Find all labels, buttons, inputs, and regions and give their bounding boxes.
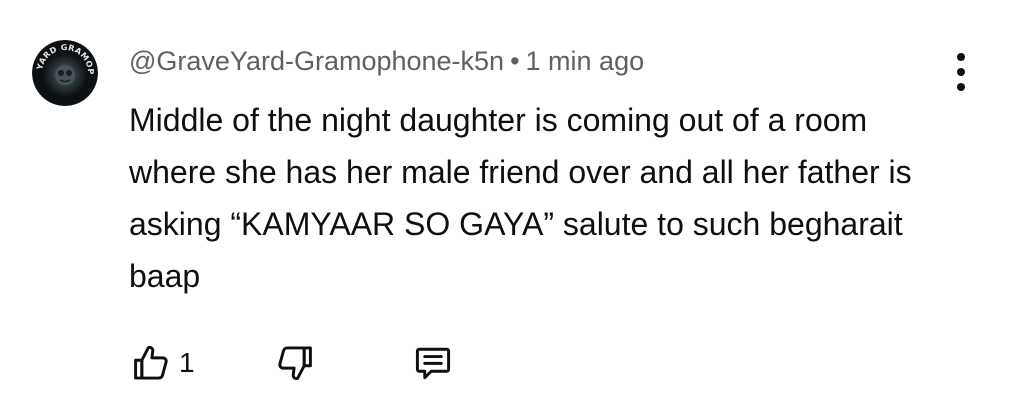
- channel-logo-icon: GRAVEYARD GRAMOPHONE: [32, 40, 98, 106]
- thumbs-down-icon: [278, 346, 312, 381]
- meta-separator: •: [510, 46, 520, 76]
- comment-reply-icon: [415, 347, 451, 380]
- thumbs-up-icon: [134, 345, 168, 380]
- like-count: 1: [179, 347, 195, 378]
- more-options-button[interactable]: [944, 50, 978, 94]
- avatar[interactable]: GRAVEYARD GRAMOPHONE: [32, 40, 98, 106]
- like-button[interactable]: 1: [129, 340, 195, 386]
- more-vertical-icon: [957, 53, 965, 61]
- dislike-button[interactable]: [273, 340, 317, 386]
- author-name[interactable]: @GraveYard-Gramophone-k5n: [129, 46, 504, 76]
- reply-button[interactable]: [411, 340, 455, 386]
- comment-card: GRAVEYARD GRAMOPHONE @GraveYard-Gramopho…: [0, 0, 1024, 414]
- comment-text: Middle of the night daughter is coming o…: [129, 102, 912, 294]
- timestamp[interactable]: 1 min ago: [526, 46, 645, 76]
- comment-meta: @GraveYard-Gramophone-k5n • 1 min ago: [129, 44, 644, 78]
